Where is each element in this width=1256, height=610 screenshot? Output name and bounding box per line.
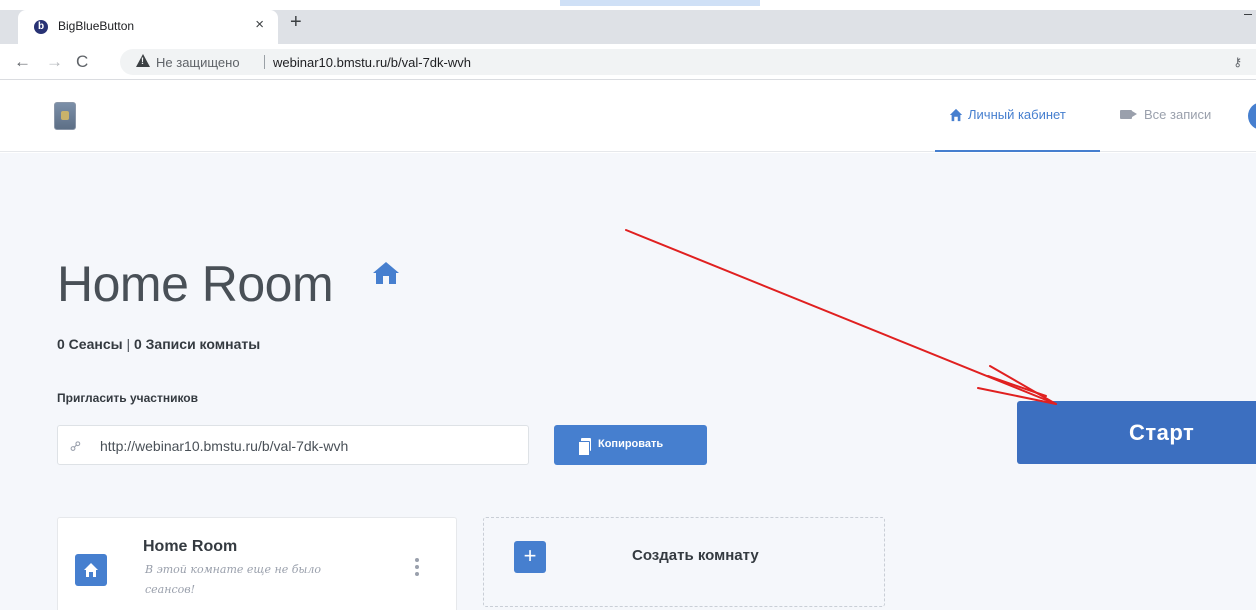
bmstu-logo[interactable]: [54, 102, 76, 130]
home-icon: [949, 108, 963, 122]
warning-icon[interactable]: [136, 54, 150, 67]
nav-personal-account[interactable]: Личный кабинет: [935, 80, 1100, 152]
invite-url-field[interactable]: ⚯ http://webinar10.bmstu.ru/b/val-7dk-wv…: [57, 425, 529, 465]
create-room-label: Создать комнату: [632, 547, 759, 564]
sessions-count: 0 Сеансы: [57, 336, 123, 352]
key-icon[interactable]: ⚷: [1233, 55, 1242, 69]
address-separator: [264, 55, 265, 69]
back-arrow-icon[interactable]: ←: [14, 52, 31, 72]
browser-tab[interactable]: b BigBlueButton ×: [18, 10, 278, 44]
video-camera-icon: [1120, 110, 1132, 119]
copy-button-label: Копировать: [598, 438, 664, 450]
home-icon: [373, 262, 399, 284]
page-title: Home Room: [57, 256, 334, 312]
invite-url[interactable]: http://webinar10.bmstu.ru/b/val-7dk-wvh: [100, 438, 348, 454]
create-room-card[interactable]: + Создать комнату: [483, 517, 885, 607]
bigbluebutton-favicon-icon: b: [34, 20, 48, 34]
stats-separator: |: [126, 336, 131, 352]
new-tab-button[interactable]: +: [290, 12, 302, 32]
link-icon: ⚯: [65, 436, 86, 456]
home-icon: [84, 563, 98, 577]
plus-icon[interactable]: +: [514, 541, 546, 573]
avatar[interactable]: [1248, 102, 1256, 130]
copy-icon: [578, 438, 591, 456]
nav-personal-label: Личный кабинет: [968, 107, 1066, 122]
taskbar-sliver: [560, 0, 760, 6]
browser-toolbar: ← → C Не защищено webinar10.bmstu.ru/b/v…: [0, 44, 1256, 80]
reload-icon[interactable]: C: [76, 52, 88, 72]
address-bar[interactable]: Не защищено webinar10.bmstu.ru/b/val-7dk…: [120, 49, 1256, 75]
tab-close-icon[interactable]: ×: [255, 16, 264, 33]
main-content: Home Room 0 Сеансы | 0 Записи комнаты Пр…: [0, 153, 1256, 610]
room-card-title: Home Room: [143, 538, 238, 555]
room-card-home-icon: [75, 554, 107, 586]
more-options-icon[interactable]: [415, 558, 419, 576]
security-status[interactable]: Не защищено: [156, 55, 240, 70]
room-card[interactable]: Home Room В этой комнате еще не было сеа…: [57, 517, 457, 610]
top-sliver: [0, 0, 1256, 10]
room-card-subtitle: В этой комнате еще не было сеансов!: [145, 563, 322, 596]
start-button-label: Старт: [1129, 420, 1195, 445]
app-header: Личный кабинет Все записи: [0, 80, 1256, 152]
recordings-count: 0 Записи комнаты: [133, 336, 261, 352]
nav-records-label: Все записи: [1144, 107, 1212, 122]
start-button[interactable]: Старт: [1017, 401, 1256, 464]
invite-label: Пригласить участников: [57, 391, 199, 405]
tab-title: BigBlueButton: [58, 19, 135, 33]
room-stats: 0 Сеансы | 0 Записи комнаты: [57, 336, 260, 352]
window-minimize-icon[interactable]: [1244, 14, 1252, 15]
url-text[interactable]: webinar10.bmstu.ru/b/val-7dk-wvh: [273, 55, 471, 70]
copy-button[interactable]: Копировать: [554, 425, 707, 465]
forward-arrow-icon[interactable]: →: [46, 52, 63, 72]
